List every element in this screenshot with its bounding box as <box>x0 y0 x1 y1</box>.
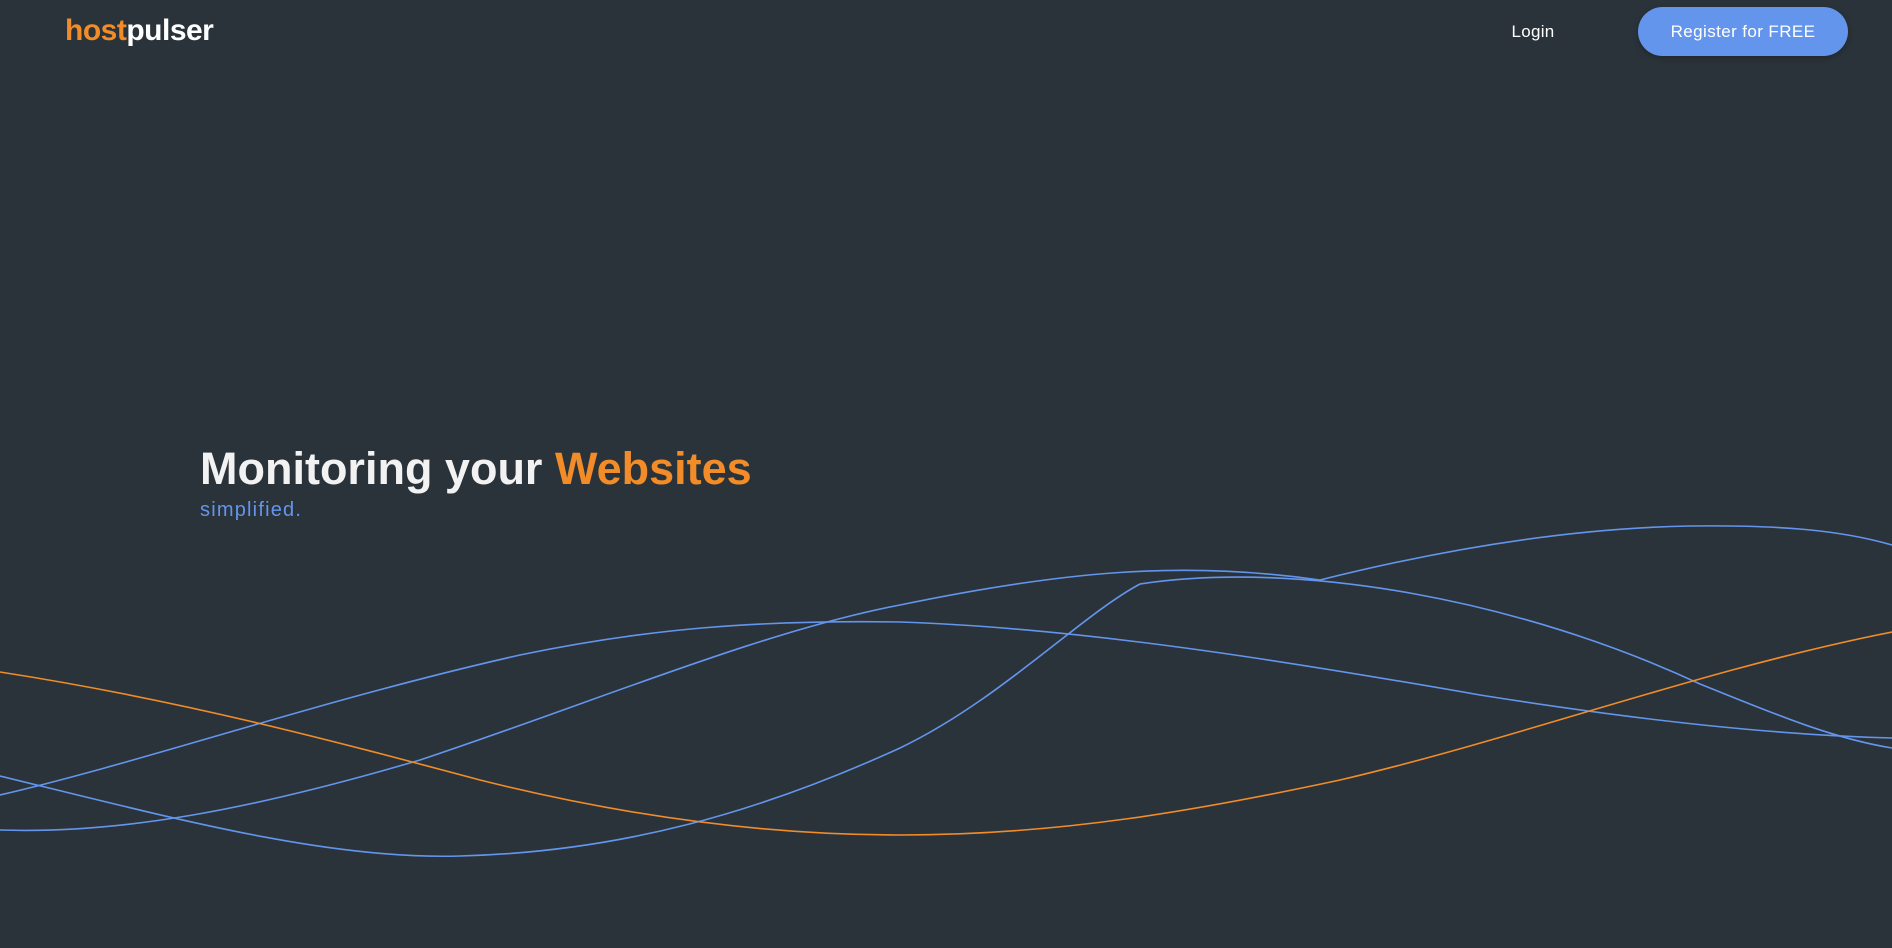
hero-title: Monitoring your Websites <box>200 442 752 496</box>
landing-page: hostpulser Login Register for FREE Monit… <box>0 0 1892 948</box>
hero-subtitle: simplified. <box>200 499 303 521</box>
hero-section: Monitoring your Websites simplified. <box>200 442 752 522</box>
brand-logo[interactable]: hostpulser <box>65 13 214 49</box>
wave-line-blue-2 <box>0 525 1892 832</box>
logo-text-host: host <box>65 14 127 47</box>
hero-title-main: Monitoring your <box>200 443 555 494</box>
wave-line-orange <box>0 631 1892 836</box>
wave-line-blue-3 <box>0 620 1892 796</box>
hero-title-accent: Websites <box>554 443 752 494</box>
login-link[interactable]: Login <box>1490 20 1576 44</box>
top-navbar: hostpulser Login Register for FREE <box>0 0 1892 62</box>
logo-text-pulser: pulser <box>126 14 214 47</box>
register-button[interactable]: Register for FREE <box>1638 7 1848 56</box>
